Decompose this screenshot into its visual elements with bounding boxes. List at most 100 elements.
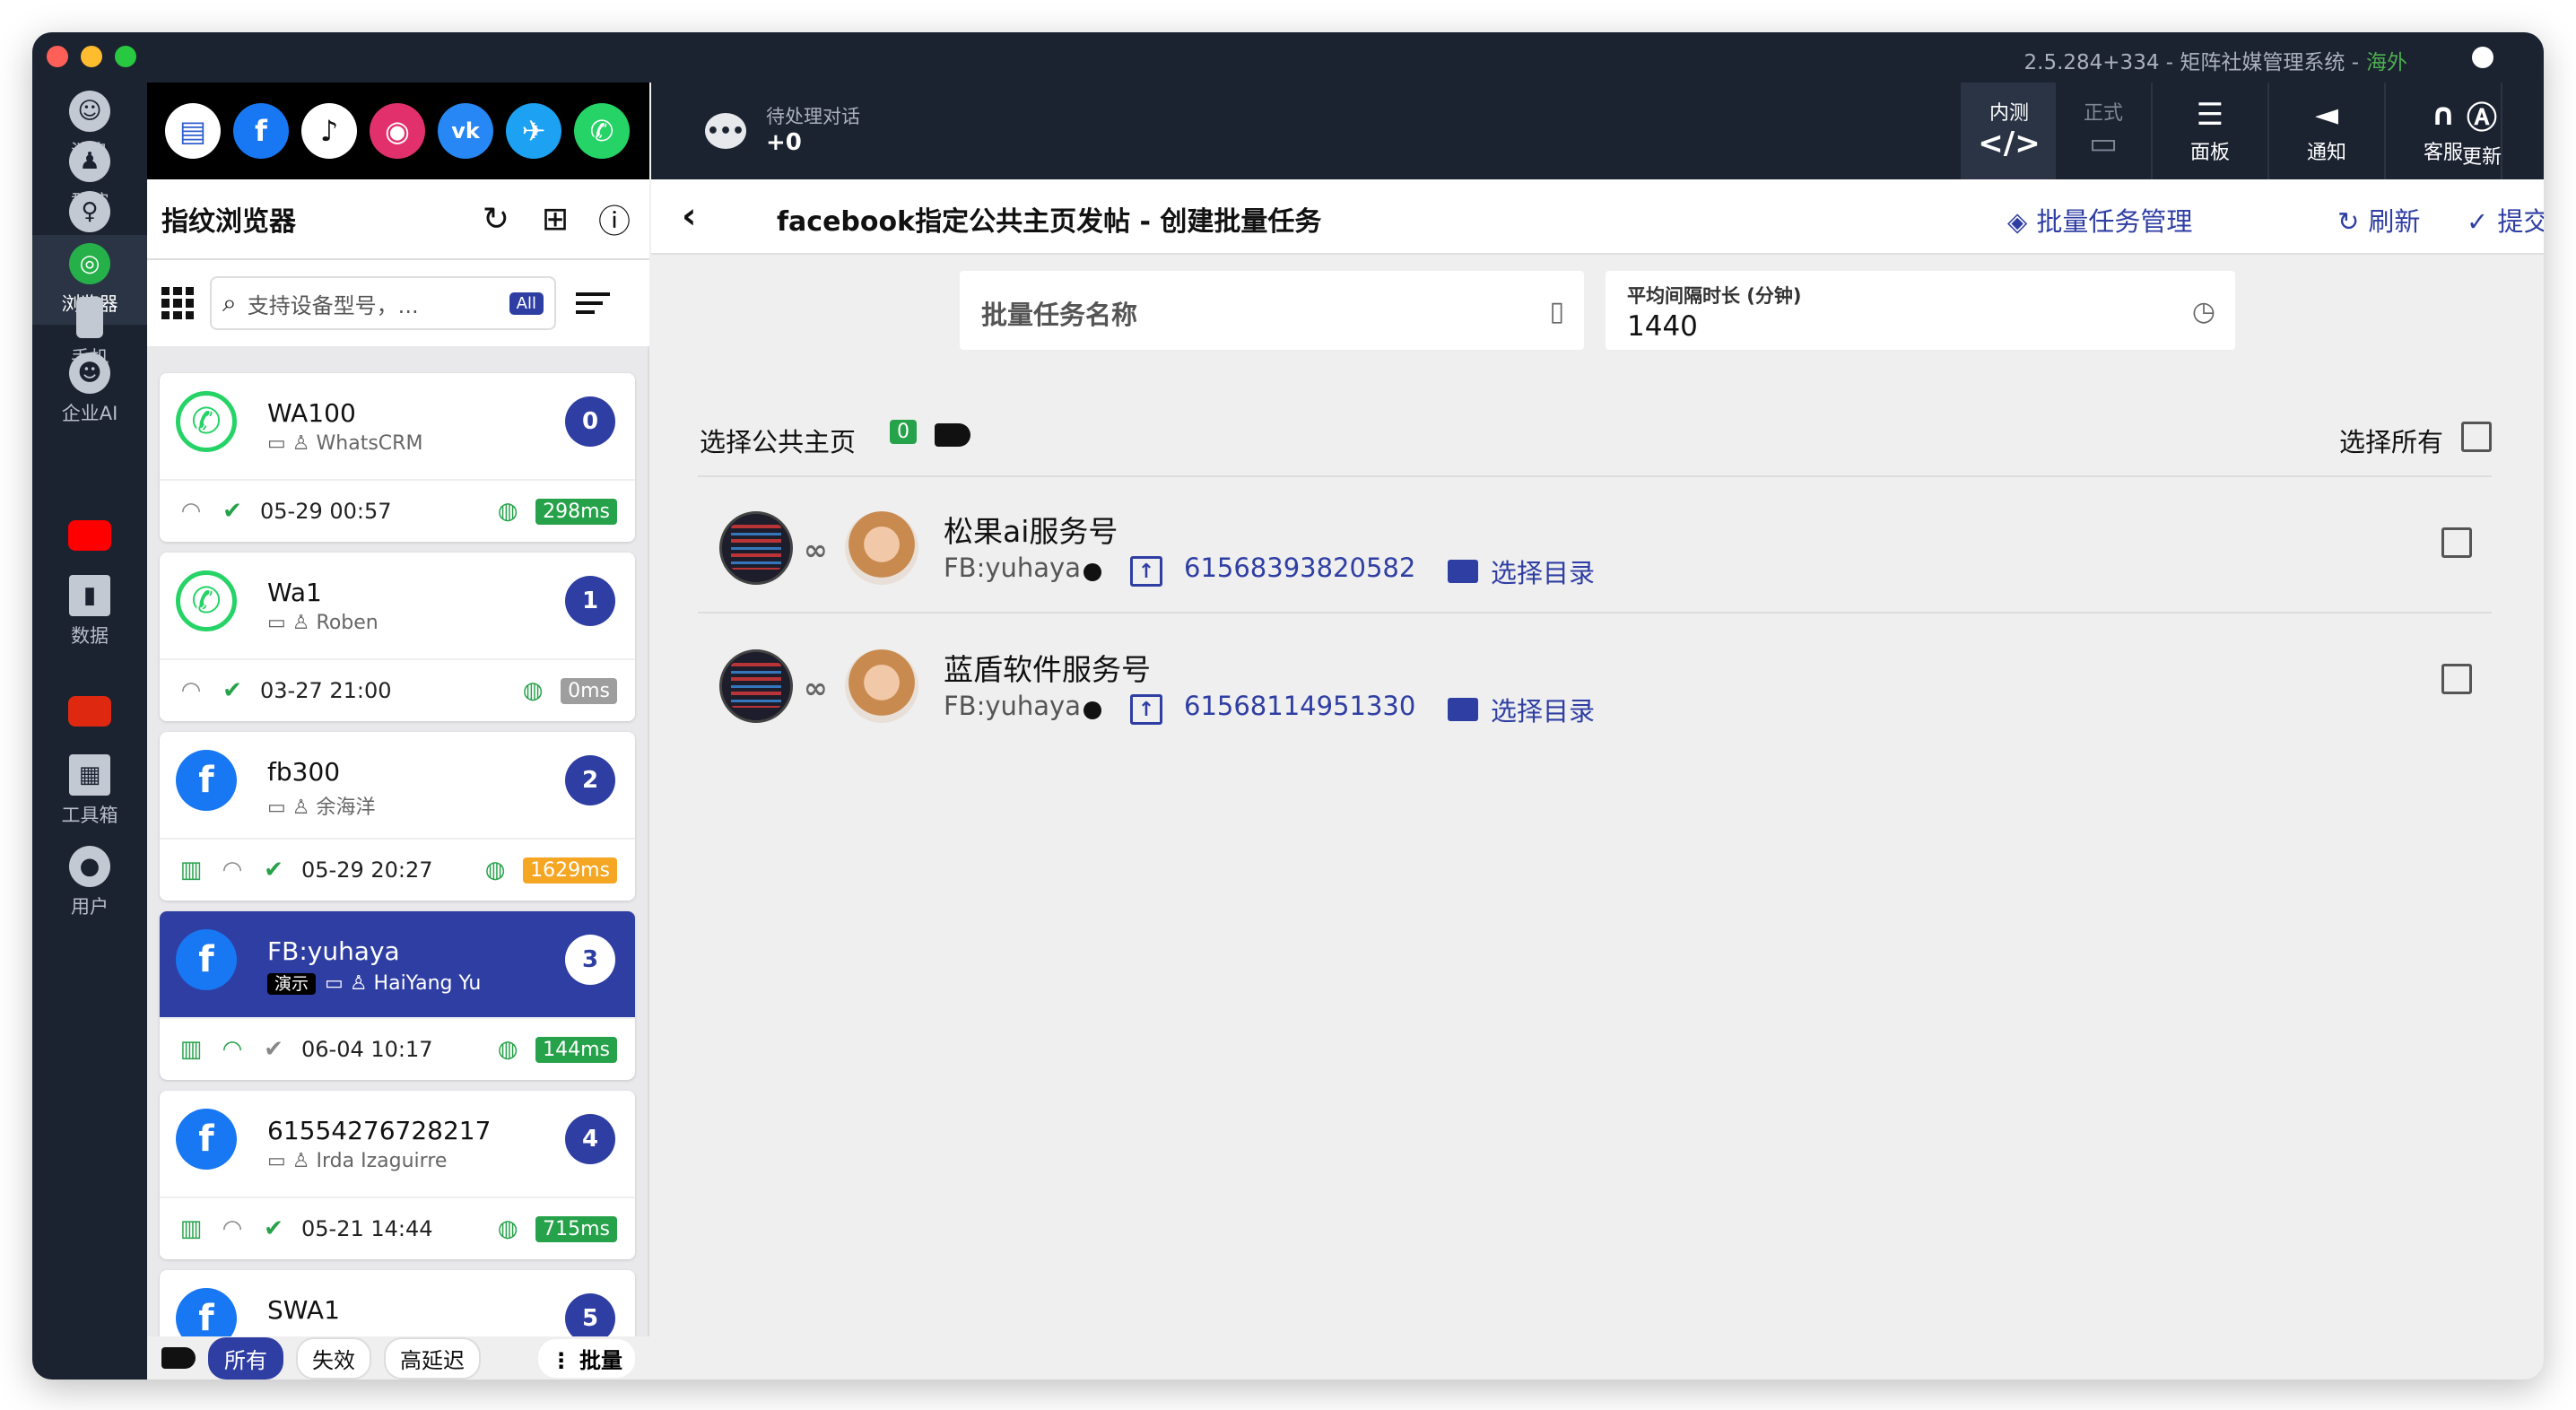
globe-icon: ◍ <box>522 677 544 704</box>
tag-icon[interactable] <box>161 1347 196 1369</box>
person-icon: ♙ <box>292 432 310 455</box>
data-chart-icon: ▮ <box>69 575 110 616</box>
china-flag-icon[interactable] <box>68 696 111 727</box>
page-title: facebook指定公共主页发帖 - 创建批量任务 <box>777 206 1322 238</box>
task-name-field[interactable]: 批量任务名称 ▯ <box>960 271 1584 350</box>
open-external-icon[interactable]: ↑ <box>1130 556 1162 587</box>
left-nav: ☺ 消息 ♟ 群控 ♀ 养号 ◎ 浏览器 手机 ☻ 企业AI ▮ 数据 <box>32 83 147 1380</box>
browser-icon: ◎ <box>69 243 110 284</box>
page-id-link[interactable]: 61568114951330 <box>1184 691 1415 721</box>
status-dot <box>1083 701 1101 719</box>
select-directory-link[interactable]: 选择目录 <box>1491 553 1595 590</box>
tag-icon[interactable] <box>935 423 970 447</box>
facebook-avatar-icon: f <box>176 1109 237 1170</box>
search-input[interactable]: ⌕ 支持设备型号，... All <box>210 276 556 330</box>
laptop-icon: ▭ <box>267 1150 286 1172</box>
code-icon: </> <box>1978 126 2041 161</box>
vk-icon[interactable]: vk <box>438 103 493 159</box>
filter-invalid-chip[interactable]: 失效 <box>296 1336 371 1380</box>
instagram-icon[interactable]: ◉ <box>370 103 425 159</box>
panel-button[interactable]: ☰ 面板 <box>2151 83 2267 179</box>
wifi-icon: ◠ <box>222 1036 243 1063</box>
social-platform-bar: ▤ f ♪ ◉ vk ✈ ✆ <box>147 83 649 179</box>
chat-bubble-icon[interactable]: ••• <box>705 113 746 149</box>
select-all-checkbox[interactable] <box>2461 422 2492 452</box>
grid-view-icon[interactable] <box>161 287 194 319</box>
device-card-selected[interactable]: f FB:yuhaya 演示 ▭ ♙ HaiYang Yu 3 ▥ ◠ ✔ 06-… <box>160 911 635 1080</box>
nav-data[interactable]: ▮ 数据 <box>32 567 147 657</box>
filter-high-latency-chip[interactable]: 高延迟 <box>384 1336 481 1380</box>
back-arrow-icon[interactable]: ‹ <box>682 196 696 237</box>
status-dot <box>1083 563 1101 581</box>
last-active-time: 05-29 00:57 <box>260 499 392 524</box>
person-icon: ♙ <box>349 972 368 995</box>
device-name: Wa1 <box>267 578 322 607</box>
device-card[interactable]: f fb300 ▭ ♙ 余海洋 2 ▥ ◠ ✔ 05-29 20:27 ◍ 16… <box>160 732 635 901</box>
info-icon[interactable]: ⓘ <box>594 198 635 240</box>
region-label: 海外 <box>2366 51 2407 74</box>
device-card[interactable]: f SWA1 5 <box>160 1270 635 1336</box>
last-active-time: 03-27 21:00 <box>260 678 392 703</box>
wifi-icon: ◠ <box>180 677 202 704</box>
env-prod-button[interactable]: 正式 ▭ <box>2056 83 2151 179</box>
check-circle-icon: ✔ <box>222 677 242 704</box>
refresh-icon[interactable]: ↻ <box>475 198 517 239</box>
env-test-button[interactable]: 内测 </> <box>1961 83 2056 179</box>
close-window-button[interactable] <box>47 46 68 67</box>
youtube-icon[interactable] <box>68 520 111 551</box>
device-card-footer: ▥ ◠ ✔ 06-04 10:17 ◍ 144ms <box>160 1017 635 1080</box>
device-card-footer: ▥ ◠ ✔ 05-29 20:27 ◍ 1629ms <box>160 838 635 901</box>
whatsapp-avatar-icon: ✆ <box>176 391 237 452</box>
zoom-window-button[interactable] <box>115 46 136 67</box>
folder-icon[interactable] <box>1448 560 1478 583</box>
add-box-icon[interactable]: ⊞ <box>535 198 576 239</box>
person-icon: ♙ <box>292 1150 310 1172</box>
refresh-button[interactable]: ↻ 刷新 <box>2337 201 2420 239</box>
interval-value: 1440 <box>1627 310 1698 343</box>
notify-button[interactable]: ◄ 通知 <box>2267 83 2384 179</box>
interval-field[interactable]: 平均间隔时长 (分钟) 1440 ◷ <box>1606 271 2235 350</box>
device-card[interactable]: ✆ WA100 ▭ ♙ WhatsCRM 0 ◠ ✔ 05-29 00:57 ◍… <box>160 373 635 542</box>
page-checkbox[interactable] <box>2441 527 2472 558</box>
megaphone-icon: ◄ <box>2314 97 2339 133</box>
wifi-icon: ◠ <box>180 498 202 525</box>
all-badge[interactable]: All <box>509 292 544 315</box>
sort-icon[interactable] <box>576 292 610 314</box>
nav-user[interactable]: ● 用户 <box>32 838 147 927</box>
windows-app-icon[interactable]: ▤ <box>165 103 221 159</box>
page-avatar <box>719 511 793 585</box>
page-checkbox[interactable] <box>2441 664 2472 694</box>
divider <box>698 612 2492 614</box>
theme-toggle[interactable] <box>2468 43 2522 72</box>
clipboard-icon[interactable]: ▯ <box>1549 296 1564 327</box>
twitter-icon[interactable]: ✈ <box>506 103 561 159</box>
minimize-window-button[interactable] <box>81 46 102 67</box>
device-card[interactable]: f 61554276728217 ▭ ♙ Irda Izaguirre 4 ▥ … <box>160 1091 635 1259</box>
toolbox-icon: ▦ <box>69 754 110 796</box>
folder-icon[interactable] <box>1448 698 1478 721</box>
timer-icon: ◷ <box>2191 296 2215 327</box>
app-store-icon: Ⓐ <box>2467 100 2497 136</box>
device-card[interactable]: ✆ Wa1 ▭ ♙ Roben 1 ◠ ✔ 03-27 21:00 ◍ 0ms <box>160 553 635 721</box>
filter-bar: 所有 失效 高延迟 ⋮ 批量 <box>147 1336 649 1380</box>
facebook-icon[interactable]: f <box>233 103 289 159</box>
layers-icon: ◈ <box>2007 206 2028 237</box>
latency-badge: 298ms <box>535 498 617 525</box>
update-button[interactable]: Ⓐ 更新 <box>2429 83 2535 179</box>
person-icon: ♙ <box>292 796 310 819</box>
select-directory-link[interactable]: 选择目录 <box>1491 691 1595 728</box>
batch-task-manage-button[interactable]: ◈ 批量任务管理 <box>2007 201 2192 239</box>
batch-button[interactable]: ⋮ 批量 <box>537 1338 635 1378</box>
nav-toolbox[interactable]: ▦ 工具箱 <box>32 746 147 836</box>
whatsapp-icon[interactable]: ✆ <box>574 103 630 159</box>
open-external-icon[interactable]: ↑ <box>1130 694 1162 725</box>
device-user: ▭ ♙ Roben <box>267 612 379 634</box>
page-id-link[interactable]: 61568393820582 <box>1184 553 1415 583</box>
env-test-label: 内测 <box>1989 102 2029 125</box>
submit-button[interactable]: ✓ 提交 <box>2467 201 2544 239</box>
laptop-icon: ▭ <box>267 432 286 455</box>
check-circle-icon: ✔ <box>222 498 242 525</box>
nav-enterprise-ai[interactable]: ☻ 企业AI <box>32 344 147 434</box>
tiktok-icon[interactable]: ♪ <box>301 103 357 159</box>
filter-all-chip[interactable]: 所有 <box>208 1336 283 1380</box>
